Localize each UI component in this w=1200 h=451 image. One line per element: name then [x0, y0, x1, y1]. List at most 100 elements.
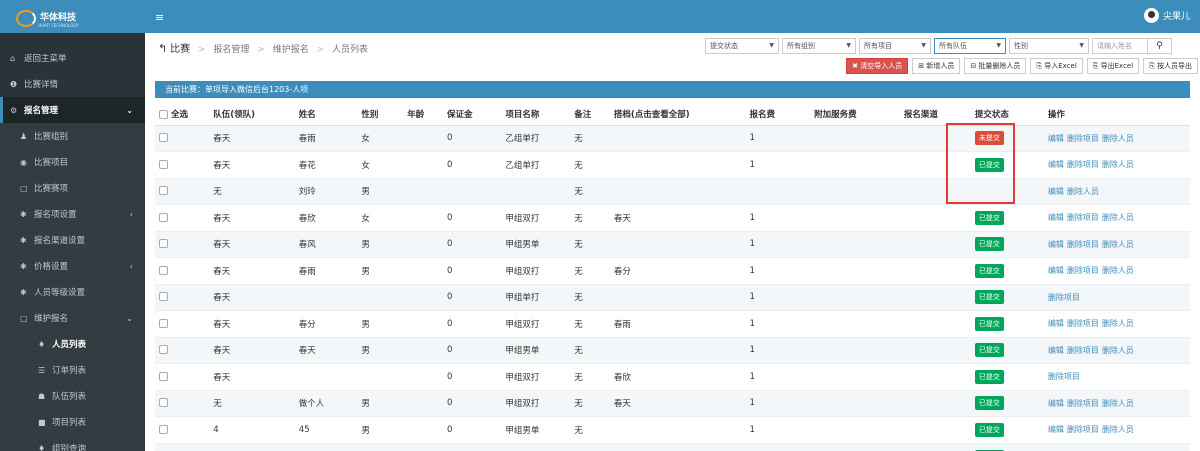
op-link[interactable]: 编辑 — [1048, 266, 1064, 275]
op-link[interactable]: 删除项目 — [1067, 346, 1099, 355]
row-checkbox[interactable] — [159, 424, 168, 434]
select-all-checkbox[interactable] — [159, 109, 168, 119]
cell-name: 春雨 — [294, 124, 358, 152]
row-checkbox[interactable] — [159, 292, 168, 302]
sidebar-item[interactable]: ♟ 比赛组别 — [0, 123, 145, 149]
cell-note: 无 — [570, 416, 610, 443]
toolbar-button[interactable]: ⎘ 导入Excel — [1030, 58, 1083, 74]
sidebar-item[interactable]: ▢ 维护报名 ⌄ — [0, 305, 145, 331]
sidebar-item[interactable]: ✱ 报名项设置 ‹ — [0, 201, 145, 227]
op-link[interactable]: 编辑 — [1048, 425, 1064, 434]
op-link[interactable]: 删除项目 — [1067, 266, 1099, 275]
op-link[interactable]: 编辑 — [1048, 160, 1064, 169]
cell-partner — [609, 151, 746, 178]
op-link[interactable]: 删除项目 — [1067, 134, 1099, 143]
breadcrumb-item[interactable]: 比赛 — [170, 44, 190, 55]
sidebar-item[interactable]: ⚙ 报名管理 ⌄ — [0, 97, 145, 123]
person-icon: ♦ — [38, 443, 46, 451]
cell-extra — [810, 442, 900, 451]
sidebar-item-label: 人员等级设置 — [34, 288, 86, 298]
row-select-cell — [155, 151, 210, 178]
row-checkbox[interactable] — [159, 318, 168, 328]
sidebar-item[interactable]: ◉ 比赛项目 — [0, 149, 145, 175]
cell-team: 无 — [209, 389, 295, 417]
hamburger-icon[interactable]: ≡ — [155, 11, 164, 24]
cell-age — [403, 257, 443, 284]
row-checkbox[interactable] — [159, 371, 168, 381]
sidebar-item[interactable]: ♦ 人员列表 — [0, 331, 145, 357]
cell-name: 刘玲 — [294, 177, 358, 205]
op-link[interactable]: 编辑 — [1048, 240, 1064, 249]
user-menu[interactable]: 尖果儿 — [1143, 8, 1190, 23]
breadcrumb-item[interactable]: 报名管理 — [213, 45, 249, 55]
toolbar-button[interactable]: ⊟ 批量删除人员 — [964, 58, 1027, 74]
op-link[interactable]: 删除项目 — [1067, 319, 1099, 328]
row-checkbox[interactable] — [159, 398, 168, 408]
op-link[interactable]: 删除人员 — [1102, 160, 1134, 169]
breadcrumb-item: 人员列表 — [332, 45, 369, 55]
filter-select[interactable]: 所有组别 ▼ — [782, 38, 856, 54]
op-link[interactable]: 删除项目 — [1048, 372, 1080, 381]
sidebar-item[interactable]: ☰ 订单列表 — [0, 357, 145, 383]
op-link[interactable]: 编辑 — [1048, 213, 1064, 222]
op-link[interactable]: 删除人员 — [1102, 346, 1134, 355]
op-link[interactable]: 删除人员 — [1102, 134, 1134, 143]
sidebar-item[interactable]: ✱ 价格设置 ‹ — [0, 253, 145, 279]
op-link[interactable]: 删除人员 — [1067, 187, 1099, 196]
cell-age — [403, 283, 443, 311]
op-link[interactable]: 删除人员 — [1102, 240, 1134, 249]
sidebar-item-label: 维护报名 — [34, 314, 69, 324]
op-link[interactable]: 删除人员 — [1102, 399, 1134, 408]
sidebar-item[interactable]: ✱ 人员等级设置 — [0, 279, 145, 305]
column-header[interactable]: 全选 — [155, 103, 210, 126]
cell-fee: 1 — [745, 363, 811, 390]
sidebar-item[interactable]: ✱ 报名渠道设置 — [0, 227, 145, 253]
op-link[interactable]: 编辑 — [1048, 399, 1064, 408]
row-checkbox[interactable] — [159, 265, 168, 275]
back-arrow-icon[interactable]: ↰ — [158, 42, 167, 55]
toolbar-button[interactable]: ⎘ 按人员导出 — [1143, 58, 1198, 74]
op-link[interactable]: 删除人员 — [1102, 319, 1134, 328]
row-checkbox[interactable] — [159, 186, 168, 196]
op-link[interactable]: 编辑 — [1048, 134, 1064, 143]
row-checkbox[interactable] — [159, 212, 168, 222]
logo[interactable]: 华体科技 HUATI TECHNOLOGY — [0, 0, 145, 33]
op-link[interactable]: 删除项目 — [1067, 160, 1099, 169]
search-input[interactable]: 请输入姓名 — [1092, 38, 1148, 54]
op-link[interactable]: 删除项目 — [1048, 293, 1080, 302]
sidebar-item[interactable]: ☗ 队伍列表 — [0, 383, 145, 409]
op-link[interactable]: 删除人员 — [1102, 213, 1134, 222]
row-checkbox[interactable] — [159, 239, 168, 249]
sidebar-item[interactable]: ▢ 比赛赛项 — [0, 175, 145, 201]
sidebar-item[interactable]: ⌂ 返回主菜单 — [0, 45, 145, 71]
cell-gender — [357, 283, 404, 311]
toolbar-button[interactable]: ⊞ 新增人员 — [912, 58, 961, 74]
op-link[interactable]: 删除项目 — [1067, 240, 1099, 249]
row-checkbox[interactable] — [159, 133, 168, 143]
row-checkbox[interactable] — [159, 159, 168, 169]
op-link[interactable]: 编辑 — [1048, 319, 1064, 328]
op-link[interactable]: 删除项目 — [1067, 425, 1099, 434]
cell-name: 44 — [294, 442, 358, 451]
op-link[interactable]: 编辑 — [1048, 346, 1064, 355]
cell-team: 春天 — [209, 310, 295, 337]
toolbar-button[interactable]: ✖ 清空导入人员 — [846, 58, 909, 74]
row-checkbox[interactable] — [159, 345, 168, 355]
filter-select[interactable]: 所有项目 ▼ — [859, 38, 931, 54]
op-link[interactable]: 删除人员 — [1102, 425, 1134, 434]
op-link[interactable]: 编辑 — [1048, 187, 1064, 196]
sidebar-item[interactable]: ❶ 比赛详情 — [0, 71, 145, 97]
op-link[interactable]: 删除项目 — [1067, 399, 1099, 408]
filter-select[interactable]: 所有队伍 ▼ — [934, 38, 1006, 54]
sidebar-item[interactable]: ♦ 组别查询 — [0, 435, 145, 451]
search-icon[interactable]: ⚲ — [1148, 38, 1172, 54]
op-link[interactable]: 删除项目 — [1067, 213, 1099, 222]
toolbar-button[interactable]: ⎘ 导出Excel — [1086, 58, 1140, 74]
breadcrumb-item[interactable]: 维护报名 — [273, 45, 309, 55]
sidebar-item[interactable]: ■ 项目列表 — [0, 409, 145, 435]
table-row: 春天 春欣女 0 甲组双打无春天 1 已提交 编辑 删除项目 删除人员 — [155, 204, 1190, 231]
filter-select[interactable]: 提交状态 ▼ — [705, 38, 779, 54]
cell-project: 甲组双打 — [501, 363, 571, 390]
filter-select[interactable]: 性别 ▼ — [1009, 38, 1089, 54]
op-link[interactable]: 删除人员 — [1102, 266, 1134, 275]
